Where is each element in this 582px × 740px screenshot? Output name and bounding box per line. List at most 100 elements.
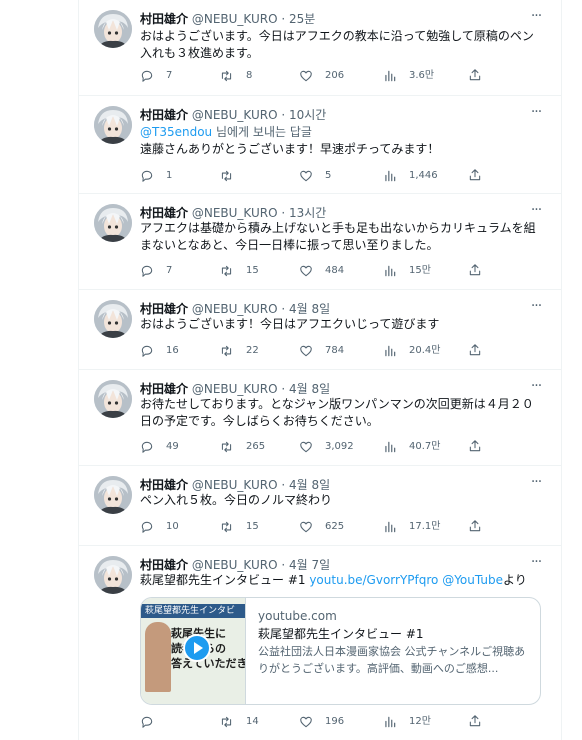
tweet[interactable]: 村田雄介 @NEBU_KURO · 25분 ··· おはようございます。今日はア… xyxy=(79,0,561,96)
analytics-icon xyxy=(385,521,396,533)
tweet[interactable]: 村田雄介 @NEBU_KURO · 4월 8일 ··· お待たせしております。と… xyxy=(79,370,561,466)
share-button[interactable] xyxy=(468,68,482,85)
timestamp[interactable]: 13시간 xyxy=(289,206,326,220)
reply-button[interactable]: 7 xyxy=(140,262,172,280)
action-bar: 16 22 784 20.4만 xyxy=(140,342,486,360)
display-name[interactable]: 村田雄介 xyxy=(140,558,188,572)
more-options-icon[interactable]: ··· xyxy=(527,9,545,28)
reply-icon xyxy=(141,716,153,728)
timestamp[interactable]: 4월 8일 xyxy=(289,478,330,492)
more-options-icon[interactable]: ··· xyxy=(527,105,545,124)
timestamp[interactable]: 25분 xyxy=(289,12,315,26)
retweet-count: 15 xyxy=(246,521,259,532)
handle[interactable]: @NEBU_KURO xyxy=(192,108,278,122)
card-thumbnail[interactable]: 萩尾望都先生インタビ 萩尾先生に 読者からの 答えていただき xyxy=(141,598,245,704)
views-button[interactable]: 1,446 xyxy=(383,167,438,185)
heart-icon xyxy=(300,441,312,453)
reply-button[interactable]: 10 xyxy=(140,518,179,536)
reply-count: 7 xyxy=(166,70,173,81)
reply-button[interactable] xyxy=(140,713,166,731)
like-button[interactable]: 3,092 xyxy=(299,438,354,456)
avatar[interactable] xyxy=(94,300,132,338)
share-icon xyxy=(469,344,481,356)
display-name[interactable]: 村田雄介 xyxy=(140,12,188,26)
views-button[interactable]: 40.7만 xyxy=(383,438,440,456)
handle[interactable]: @NEBU_KURO xyxy=(192,12,278,26)
share-button[interactable] xyxy=(468,168,482,185)
thumbnail-banner-text: 萩尾望都先生インタビ xyxy=(141,604,245,618)
share-button[interactable] xyxy=(468,714,482,731)
retweet-button[interactable]: 14 xyxy=(219,713,259,731)
reply-icon xyxy=(141,521,153,533)
handle[interactable]: @NEBU_KURO xyxy=(192,302,278,316)
display-name[interactable]: 村田雄介 xyxy=(140,478,188,492)
display-name[interactable]: 村田雄介 xyxy=(140,108,188,122)
tweet[interactable]: 村田雄介 @NEBU_KURO · 13시간 ··· アフエクは基礎から積み上げ… xyxy=(79,194,561,290)
retweet-icon xyxy=(221,70,232,82)
url-link[interactable]: youtu.be/GvorrYPfqro xyxy=(309,573,438,587)
reply-to-link[interactable]: @T35endou xyxy=(140,125,212,139)
retweet-button[interactable]: 15 xyxy=(219,262,259,280)
like-button[interactable]: 484 xyxy=(299,262,344,280)
handle[interactable]: @NEBU_KURO xyxy=(192,478,278,492)
reply-button[interactable]: 1 xyxy=(140,167,172,185)
reply-count: 10 xyxy=(166,521,179,532)
retweet-button[interactable]: 15 xyxy=(219,518,259,536)
like-count: 3,092 xyxy=(325,441,354,452)
display-name[interactable]: 村田雄介 xyxy=(140,302,188,316)
retweet-button[interactable]: 8 xyxy=(219,67,252,85)
retweet-button[interactable] xyxy=(219,167,246,185)
share-button[interactable] xyxy=(468,439,482,456)
like-button[interactable]: 784 xyxy=(299,342,344,360)
retweet-button[interactable]: 265 xyxy=(219,438,265,456)
like-button[interactable]: 625 xyxy=(299,518,344,536)
tweet-text: 遠藤さんありがとうございます！早速ポチってみます！ xyxy=(140,142,440,156)
share-button[interactable] xyxy=(468,343,482,360)
share-button[interactable] xyxy=(468,263,482,280)
like-count: 196 xyxy=(325,716,345,727)
timestamp[interactable]: 4월 8일 xyxy=(289,302,330,316)
avatar[interactable] xyxy=(94,10,132,48)
reply-count: 49 xyxy=(166,441,179,452)
avatar[interactable] xyxy=(94,556,132,594)
tweet[interactable]: 村田雄介 @NEBU_KURO · 4월 8일 ··· ペン入れ５枚。今日のノル… xyxy=(79,466,561,546)
avatar[interactable] xyxy=(94,380,132,418)
views-button[interactable]: 12만 xyxy=(383,713,431,731)
reply-count: 7 xyxy=(166,265,173,276)
link-card[interactable]: 萩尾望都先生インタビ 萩尾先生に 読者からの 答えていただき youtube.c… xyxy=(140,597,541,705)
retweet-count: 22 xyxy=(246,345,259,356)
thumbnail-photo xyxy=(145,622,171,692)
views-button[interactable]: 17.1만 xyxy=(383,518,440,536)
timestamp[interactable]: 4월 8일 xyxy=(289,382,330,396)
reply-button[interactable]: 49 xyxy=(140,438,179,456)
avatar[interactable] xyxy=(94,106,132,144)
handle[interactable]: @NEBU_KURO xyxy=(192,382,278,396)
view-count: 40.7만 xyxy=(409,441,441,452)
tweet[interactable]: 村田雄介 @NEBU_KURO · 10시간 ··· @T35endou 님에게… xyxy=(79,96,561,194)
play-icon[interactable] xyxy=(183,634,211,662)
like-button[interactable]: 196 xyxy=(299,713,344,731)
display-name[interactable]: 村田雄介 xyxy=(140,382,188,396)
timestamp[interactable]: 4월 7일 xyxy=(289,558,330,572)
avatar[interactable] xyxy=(94,204,132,242)
share-button[interactable] xyxy=(468,519,482,536)
action-bar: 7 8 206 3.6만 xyxy=(140,67,486,85)
retweet-button[interactable]: 22 xyxy=(219,342,259,360)
reply-button[interactable]: 16 xyxy=(140,342,179,360)
like-button[interactable]: 206 xyxy=(299,67,344,85)
handle[interactable]: @NEBU_KURO xyxy=(192,558,278,572)
retweet-icon xyxy=(221,170,232,182)
card-domain: youtube.com xyxy=(258,609,337,623)
avatar[interactable] xyxy=(94,476,132,514)
reply-button[interactable]: 7 xyxy=(140,67,172,85)
views-button[interactable]: 15만 xyxy=(383,262,431,280)
timestamp[interactable]: 10시간 xyxy=(289,108,326,122)
handle[interactable]: @NEBU_KURO xyxy=(192,206,278,220)
tweet[interactable]: 村田雄介 @NEBU_KURO · 4월 8일 ··· おはようございます！今日… xyxy=(79,290,561,370)
like-button[interactable]: 5 xyxy=(299,167,331,185)
views-button[interactable]: 3.6만 xyxy=(383,67,434,85)
views-button[interactable]: 20.4만 xyxy=(383,342,440,360)
reply-icon xyxy=(141,441,153,453)
display-name[interactable]: 村田雄介 xyxy=(140,206,188,220)
mention-link[interactable]: @YouTube xyxy=(438,573,503,587)
